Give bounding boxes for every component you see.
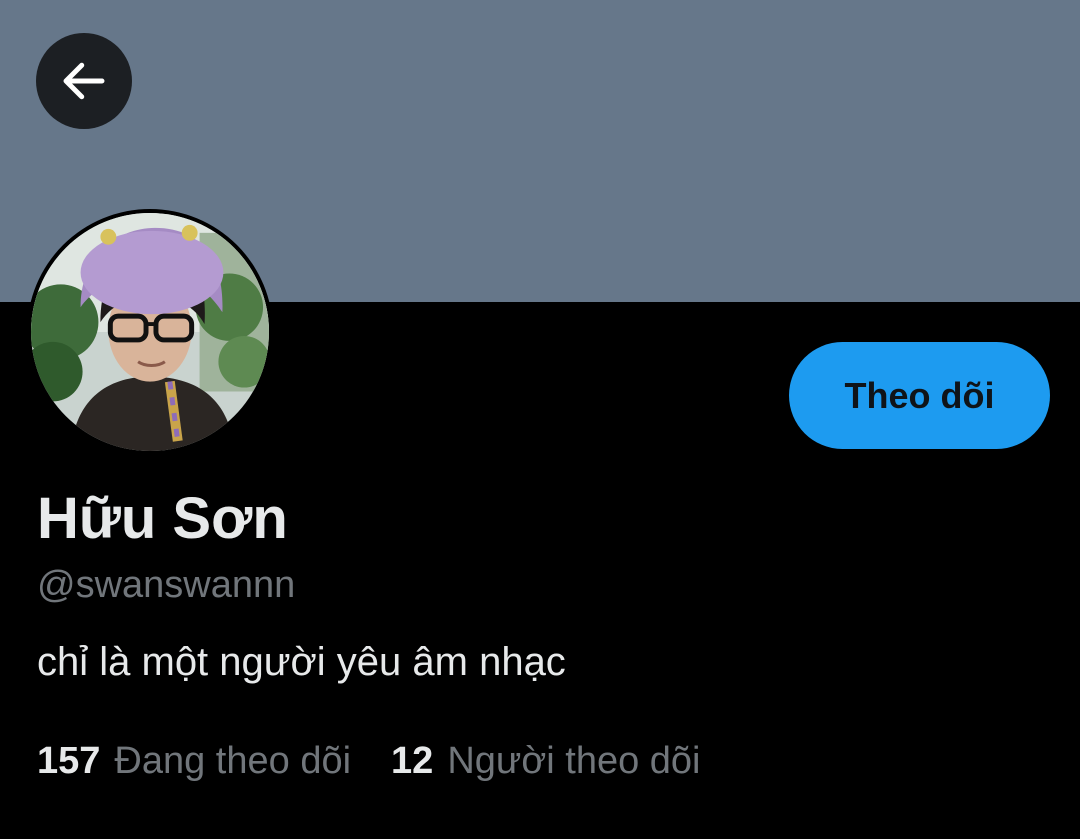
following-label: Đang theo dõi [114,740,352,782]
back-button[interactable] [36,33,132,129]
arrow-left-icon [63,62,105,100]
avatar[interactable] [27,209,273,455]
followers-count: 12 [391,740,434,782]
display-name: Hữu Sơn [37,486,288,551]
follow-button[interactable]: Theo dõi [789,342,1050,449]
following-stat-link[interactable]: 157 Đang theo dõi [37,737,351,785]
username-handle: @swanswannn [37,564,296,606]
following-count: 157 [37,740,101,782]
profile-stats: 157 Đang theo dõi 12 Người theo dõi [37,737,701,785]
avatar-photo [31,213,269,451]
followers-label: Người theo dõi [447,740,701,782]
followers-stat-link[interactable]: 12 Người theo dõi [391,737,700,785]
profile-page: Theo dõi Hữu Sơn @swanswannn chỉ là một … [0,0,1080,839]
profile-bio: chỉ là một người yêu âm nhạc [37,640,566,684]
